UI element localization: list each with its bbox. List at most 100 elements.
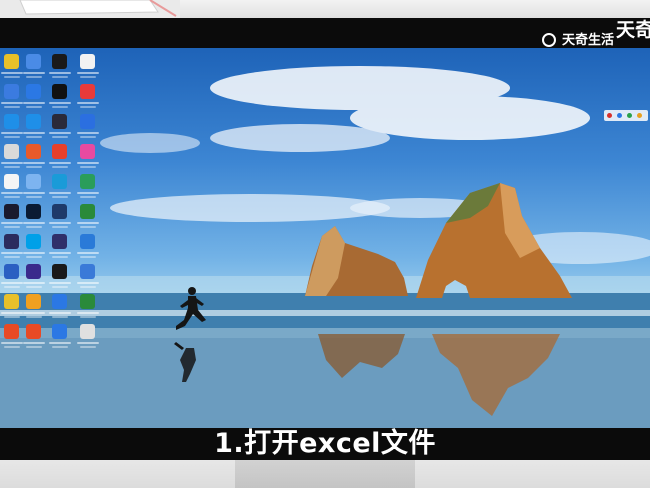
shortcut-label-blur	[26, 316, 42, 318]
desktop-shortcut-icon[interactable]	[22, 292, 46, 322]
desktop-shortcut-icon[interactable]	[76, 322, 100, 352]
desktop-shortcut-icon[interactable]	[22, 232, 46, 262]
shortcut-label-blur	[26, 346, 42, 348]
shortcut-label-blur	[49, 72, 71, 74]
shortcut-label-blur	[1, 282, 23, 284]
app-icon	[26, 54, 41, 69]
app-icon	[52, 114, 67, 129]
app-icon	[4, 174, 19, 189]
desktop-screen	[0, 48, 650, 428]
desktop-shortcut-icon[interactable]	[48, 52, 72, 82]
desktop-shortcut-icon[interactable]	[22, 52, 46, 82]
shortcut-label-blur	[49, 252, 71, 254]
app-icon	[26, 144, 41, 159]
shortcut-label-blur	[52, 256, 68, 258]
device-edge-photo	[0, 0, 180, 18]
desktop-shortcut-icon[interactable]	[48, 262, 72, 292]
shortcut-label-blur	[23, 342, 45, 344]
desktop-shortcut-icon[interactable]	[0, 322, 24, 352]
desktop-shortcut-icon[interactable]	[22, 82, 46, 112]
desktop-shortcut-icon[interactable]	[76, 52, 100, 82]
shortcut-label-blur	[26, 106, 42, 108]
desktop-shortcut-icon[interactable]	[48, 142, 72, 172]
desktop-shortcut-icon[interactable]	[22, 322, 46, 352]
desktop-shortcut-icon[interactable]	[76, 262, 100, 292]
app-icon	[26, 264, 41, 279]
desktop-shortcut-icon[interactable]	[48, 202, 72, 232]
desktop-shortcut-icon[interactable]	[76, 232, 100, 262]
desktop-shortcut-icon[interactable]	[76, 112, 100, 142]
shortcut-label-blur	[1, 252, 23, 254]
shortcut-label-blur	[77, 192, 99, 194]
shortcut-label-blur	[23, 312, 45, 314]
shortcut-label-blur	[52, 136, 68, 138]
app-icon	[52, 294, 67, 309]
desktop-shortcut-icon[interactable]	[0, 142, 24, 172]
desktop-shortcut-icon[interactable]	[48, 112, 72, 142]
desktop-shortcut-icon[interactable]	[0, 292, 24, 322]
desktop-shortcut-icon[interactable]	[0, 52, 24, 82]
app-icon	[26, 114, 41, 129]
desktop-shortcut-icon[interactable]	[22, 112, 46, 142]
shortcut-label-blur	[52, 196, 68, 198]
desktop-shortcut-icon[interactable]	[0, 172, 24, 202]
desktop-shortcut-icon[interactable]	[48, 232, 72, 262]
shortcut-label-blur	[77, 72, 99, 74]
shortcut-label-blur	[1, 72, 23, 74]
app-icon	[80, 54, 95, 69]
system-tray-widget[interactable]	[604, 110, 648, 121]
desktop-shortcut-icon[interactable]	[76, 292, 100, 322]
desktop-shortcut-icon[interactable]	[48, 82, 72, 112]
shortcut-label-blur	[52, 166, 68, 168]
app-icon	[52, 324, 67, 339]
app-icon	[52, 264, 67, 279]
shortcut-label-blur	[1, 102, 23, 104]
app-icon	[80, 144, 95, 159]
shortcut-label-blur	[26, 226, 42, 228]
shortcut-label-blur	[1, 162, 23, 164]
desktop-shortcut-icon[interactable]	[76, 172, 100, 202]
shortcut-label-blur	[23, 192, 45, 194]
shortcut-label-blur	[80, 76, 96, 78]
shortcut-label-blur	[4, 256, 20, 258]
watermark-brand: 天奇	[616, 19, 650, 41]
desktop-shortcut-icon[interactable]	[48, 322, 72, 352]
desktop-shortcut-icon[interactable]	[22, 142, 46, 172]
desktop-shortcut-icon[interactable]	[76, 82, 100, 112]
shortcut-label-blur	[77, 222, 99, 224]
shortcut-label-blur	[26, 196, 42, 198]
app-icon	[4, 324, 19, 339]
shortcut-label-blur	[77, 282, 99, 284]
desktop-shortcut-icon[interactable]	[22, 202, 46, 232]
shortcut-label-blur	[23, 162, 45, 164]
desktop-shortcut-icon[interactable]	[0, 82, 24, 112]
shortcut-label-blur	[26, 136, 42, 138]
shortcut-label-blur	[26, 166, 42, 168]
shortcut-label-blur	[49, 342, 71, 344]
desktop-shortcut-icon[interactable]	[48, 292, 72, 322]
shortcut-label-blur	[49, 132, 71, 134]
desktop-shortcut-icon[interactable]	[22, 172, 46, 202]
desktop-shortcut-icon[interactable]	[0, 112, 24, 142]
shortcut-label-blur	[23, 252, 45, 254]
desktop-shortcut-icon[interactable]	[22, 262, 46, 292]
app-icon	[80, 294, 95, 309]
app-icon	[26, 84, 41, 99]
shortcut-label-blur	[23, 132, 45, 134]
shortcut-label-blur	[77, 252, 99, 254]
desktop-shortcut-icon[interactable]	[0, 262, 24, 292]
desktop-shortcut-icon[interactable]	[76, 202, 100, 232]
shortcut-label-blur	[52, 226, 68, 228]
watermark-text: 天奇生活	[562, 33, 615, 48]
shortcut-label-blur	[26, 286, 42, 288]
desktop-shortcut-icon[interactable]	[0, 202, 24, 232]
desktop-shortcut-icon[interactable]	[48, 172, 72, 202]
desktop-shortcut-icon[interactable]	[0, 232, 24, 262]
shortcut-label-blur	[49, 282, 71, 284]
shortcut-label-blur	[1, 132, 23, 134]
shortcut-label-blur	[26, 76, 42, 78]
desktop-shortcut-icon[interactable]	[76, 142, 100, 172]
shortcut-label-blur	[23, 222, 45, 224]
app-icon	[4, 114, 19, 129]
app-icon	[52, 174, 67, 189]
